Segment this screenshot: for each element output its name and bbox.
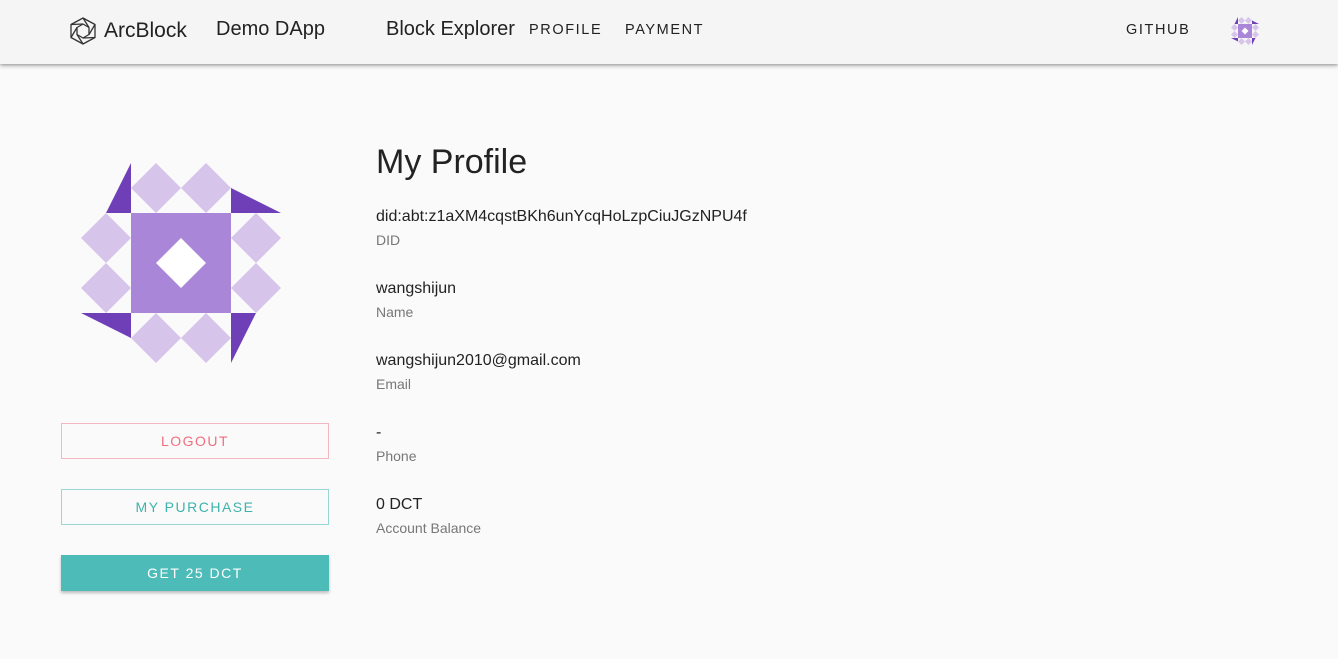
- email-value: wangshijun2010@gmail.com: [376, 352, 581, 369]
- avatar-shape: [1245, 17, 1252, 24]
- my-purchase-button[interactable]: MY PURCHASE: [61, 489, 329, 525]
- app-name-link[interactable]: Demo DApp: [216, 18, 325, 41]
- phone-label: Phone: [376, 448, 417, 464]
- phone-field: - Phone: [376, 423, 416, 465]
- brand-link[interactable]: ArcBlock: [70, 17, 187, 45]
- email-field: wangshijun2010@gmail.com Email: [376, 351, 581, 393]
- avatar-shape: [1238, 38, 1245, 45]
- avatar-shape: [81, 263, 131, 313]
- avatar-shape: [181, 163, 231, 213]
- avatar-shape: [1231, 24, 1238, 31]
- avatar-shape: [1252, 20, 1259, 24]
- balance-label: Account Balance: [376, 520, 482, 536]
- did-label: DID: [376, 232, 401, 248]
- github-link[interactable]: GITHUB: [1126, 22, 1190, 38]
- app-bar: ArcBlock Demo DApp Block Explorer PROFIL…: [0, 0, 1338, 64]
- avatar-shape: [106, 163, 131, 213]
- brand-name: ArcBlock: [104, 19, 187, 42]
- avatar-shape: [231, 213, 281, 263]
- avatar-shape: [131, 313, 181, 363]
- did-field: did:abt:z1aXM4cqstBKh6unYcqHoLzpCiuJGzNP…: [376, 207, 747, 249]
- nav-payment[interactable]: PAYMENT: [625, 22, 704, 38]
- get-dct-button[interactable]: GET 25 DCT: [61, 555, 329, 591]
- logout-button[interactable]: LOGOUT: [61, 423, 329, 459]
- avatar-shape: [131, 163, 181, 213]
- arcblock-logo-icon: [70, 17, 96, 45]
- balance-field: 0 DCT Account Balance: [376, 495, 481, 537]
- avatar-shape: [1234, 17, 1238, 24]
- avatar-shape: [1231, 31, 1238, 38]
- name-value: wangshijun: [376, 280, 457, 297]
- avatar-shape: [1252, 31, 1259, 38]
- avatar-shape: [181, 313, 231, 363]
- did-value: did:abt:z1aXM4cqstBKh6unYcqHoLzpCiuJGzNP…: [376, 208, 747, 225]
- profile-avatar: [81, 163, 281, 363]
- avatar-shape: [1231, 38, 1238, 42]
- avatar-shape: [81, 313, 131, 338]
- email-label: Email: [376, 376, 412, 392]
- avatar-shape: [1252, 24, 1259, 31]
- name-field: wangshijun Name: [376, 279, 456, 321]
- avatar-shape: [231, 313, 256, 363]
- block-explorer-link[interactable]: Block Explorer: [386, 18, 515, 41]
- user-avatar[interactable]: [1231, 17, 1259, 45]
- avatar-shape: [231, 188, 281, 213]
- balance-value: 0 DCT: [376, 496, 423, 513]
- avatar-shape: [81, 213, 131, 263]
- avatar-shape: [1245, 38, 1252, 45]
- avatar-shape: [231, 263, 281, 313]
- phone-value: -: [376, 424, 382, 441]
- avatar-shape: [1252, 38, 1256, 45]
- name-label: Name: [376, 304, 414, 320]
- page-title: My Profile: [376, 143, 528, 181]
- avatar-shape: [1238, 17, 1245, 24]
- nav-profile[interactable]: PROFILE: [529, 22, 602, 38]
